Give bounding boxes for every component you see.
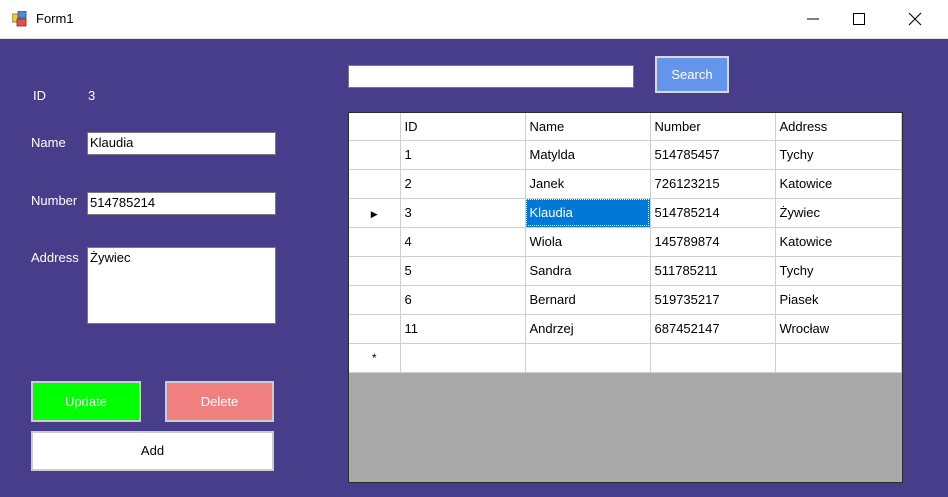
cell-address[interactable]: Tychy bbox=[775, 256, 902, 286]
new-row-asterisk-icon: * bbox=[371, 351, 377, 365]
name-field[interactable]: Klaudia bbox=[87, 132, 276, 155]
cell-id[interactable]: 5 bbox=[400, 256, 526, 286]
maximize-icon bbox=[853, 13, 865, 25]
current-row-arrow-icon: ▶ bbox=[370, 209, 378, 219]
cell-number[interactable]: 514785457 bbox=[650, 140, 776, 170]
cell-number[interactable]: 726123215 bbox=[650, 169, 776, 199]
add-button[interactable]: Add bbox=[31, 431, 274, 471]
cell-number[interactable]: 687452147 bbox=[650, 314, 776, 344]
row-header[interactable] bbox=[349, 256, 401, 286]
grid-corner-cell[interactable] bbox=[349, 113, 401, 141]
cell-number[interactable]: 145789874 bbox=[650, 227, 776, 257]
cell-address[interactable]: Tychy bbox=[775, 140, 902, 170]
id-value: 3 bbox=[88, 88, 96, 103]
cell-number[interactable]: 511785211 bbox=[650, 256, 776, 286]
cell-address[interactable]: Piasek bbox=[775, 285, 902, 315]
close-icon bbox=[908, 12, 922, 26]
minimize-button[interactable] bbox=[790, 0, 836, 39]
cell-name[interactable]: Andrzej bbox=[525, 314, 651, 344]
address-field[interactable]: Żywiec bbox=[87, 247, 276, 324]
cell-id[interactable]: 3 bbox=[400, 198, 526, 228]
cell-id[interactable]: 6 bbox=[400, 285, 526, 315]
number-field[interactable]: 514785214 bbox=[87, 192, 276, 215]
cell-name[interactable]: Matylda bbox=[525, 140, 651, 170]
row-header-new[interactable]: * bbox=[349, 343, 401, 373]
table-row[interactable]: 5 Sandra 511785211 Tychy bbox=[349, 256, 902, 286]
column-header-address[interactable]: Address bbox=[775, 113, 902, 141]
id-label: ID bbox=[33, 88, 46, 103]
cell-id[interactable] bbox=[400, 343, 526, 373]
cell-number[interactable]: 514785214 bbox=[650, 198, 776, 228]
address-label: Address bbox=[31, 250, 79, 265]
form-client-area: ID 3 Name Klaudia Number 514785214 Addre… bbox=[0, 39, 948, 497]
data-grid[interactable]: ID Name Number Address 1 Matylda 5147854… bbox=[348, 112, 903, 483]
cell-number[interactable] bbox=[650, 343, 776, 373]
cell-id[interactable]: 2 bbox=[400, 169, 526, 199]
column-header-name[interactable]: Name bbox=[525, 113, 651, 141]
maximize-button[interactable] bbox=[836, 0, 882, 39]
title-bar: Form1 bbox=[0, 0, 948, 39]
row-header[interactable] bbox=[349, 227, 401, 257]
number-label: Number bbox=[31, 193, 78, 208]
table-row-current[interactable]: ▶ 3 Klaudia 514785214 Żywiec bbox=[349, 198, 902, 228]
update-button[interactable]: Update bbox=[31, 381, 141, 422]
table-row[interactable]: 6 Bernard 519735217 Piasek bbox=[349, 285, 902, 315]
row-header[interactable] bbox=[349, 140, 401, 170]
cell-address[interactable] bbox=[775, 343, 902, 373]
row-header[interactable] bbox=[349, 314, 401, 344]
row-header[interactable] bbox=[349, 169, 401, 199]
cell-name[interactable]: Bernard bbox=[525, 285, 651, 315]
cell-address[interactable]: Katowice bbox=[775, 169, 902, 199]
table-row[interactable]: 1 Matylda 514785457 Tychy bbox=[349, 140, 902, 170]
close-button[interactable] bbox=[892, 0, 938, 39]
column-header-number[interactable]: Number bbox=[650, 113, 776, 141]
grid-header-row: ID Name Number Address bbox=[349, 113, 902, 141]
minimize-icon bbox=[807, 18, 819, 20]
cell-name[interactable] bbox=[525, 343, 651, 373]
app-icon bbox=[12, 11, 27, 27]
new-row[interactable]: * bbox=[349, 343, 902, 373]
window-title: Form1 bbox=[36, 11, 74, 26]
column-header-id[interactable]: ID bbox=[400, 113, 526, 141]
table-row[interactable]: 11 Andrzej 687452147 Wrocław bbox=[349, 314, 902, 344]
cell-name[interactable]: Janek bbox=[525, 169, 651, 199]
search-button[interactable]: Search bbox=[655, 56, 729, 93]
row-header[interactable] bbox=[349, 285, 401, 315]
cell-name[interactable]: Sandra bbox=[525, 256, 651, 286]
name-label: Name bbox=[31, 135, 66, 150]
table-row[interactable]: 4 Wiola 145789874 Katowice bbox=[349, 227, 902, 257]
cell-address[interactable]: Wrocław bbox=[775, 314, 902, 344]
search-input[interactable] bbox=[348, 65, 634, 88]
row-header-current[interactable]: ▶ bbox=[349, 198, 401, 228]
delete-button[interactable]: Delete bbox=[165, 381, 274, 422]
cell-id[interactable]: 1 bbox=[400, 140, 526, 170]
table-row[interactable]: 2 Janek 726123215 Katowice bbox=[349, 169, 902, 199]
cell-name-selected[interactable]: Klaudia bbox=[525, 198, 651, 228]
cell-address[interactable]: Katowice bbox=[775, 227, 902, 257]
cell-id[interactable]: 11 bbox=[400, 314, 526, 344]
cell-address[interactable]: Żywiec bbox=[775, 198, 902, 228]
cell-name[interactable]: Wiola bbox=[525, 227, 651, 257]
cell-id[interactable]: 4 bbox=[400, 227, 526, 257]
cell-number[interactable]: 519735217 bbox=[650, 285, 776, 315]
